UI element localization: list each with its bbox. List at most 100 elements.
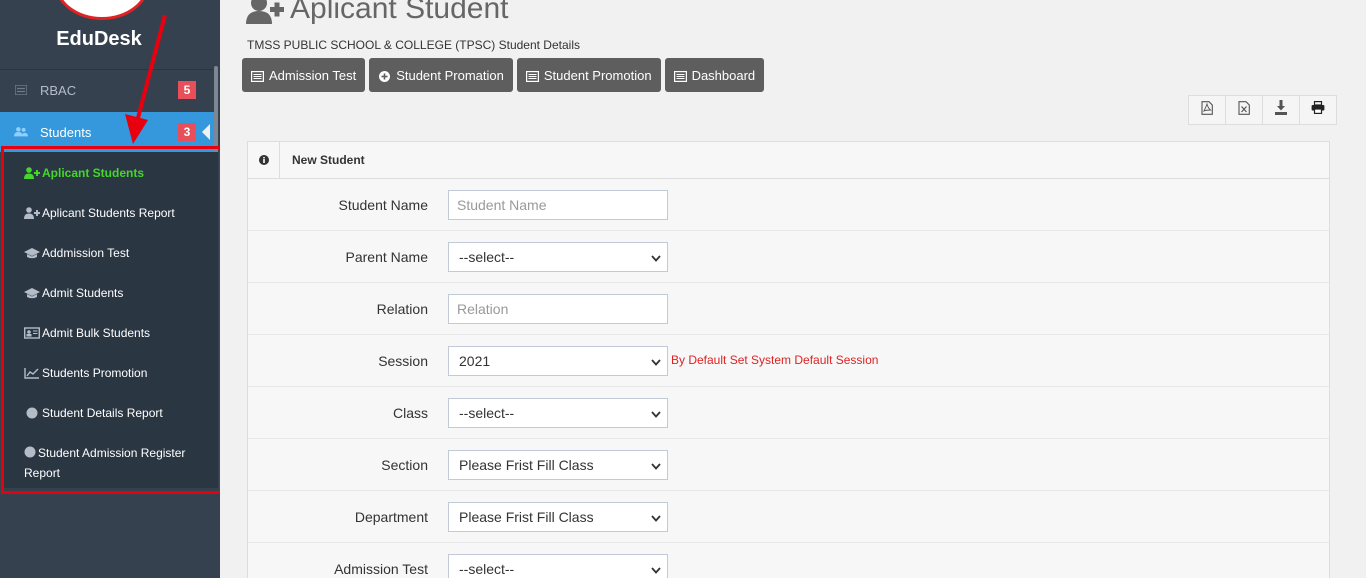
submenu-item-label: Aplicant Students Report [42,206,175,220]
field-label: Session [378,353,428,369]
list-icon [525,70,539,82]
button-label: Admission Test [269,67,357,83]
select-value: --select-- [459,561,515,577]
select-value: --select-- [459,249,515,265]
export-download-button[interactable] [1262,95,1300,125]
page-subtitle: TMSS PUBLIC SCHOOL & COLLEGE (TPSC) Stud… [247,38,580,52]
main-content: Aplicant Student TMSS PUBLIC SCHOOL & CO… [220,0,1366,578]
field-label: Admission Test [334,561,428,577]
toolbar: Admission Test Student Promation Student… [242,58,765,92]
submenu-item-label: Addmission Test [42,246,130,260]
circle-icon [24,406,40,420]
chevron-down-icon [651,405,661,421]
list-icon [251,70,265,82]
form-row-parent-name: Parent Name --select-- [248,231,1329,283]
submenu-item-label: Student Admission Register Report [24,446,186,480]
users-icon [14,125,28,139]
session-hint-text: By Default Set System Default Session [671,353,879,367]
field-label: Department [354,509,428,525]
sidebar-item-label: RBAC [40,82,77,98]
relation-input[interactable] [448,294,668,324]
submenu-item-student-details-report[interactable]: Student Details Report [4,403,214,423]
form-row-admission-test: Admission Test --select-- [248,543,1329,578]
session-select[interactable]: 2021 [448,346,668,376]
export-excel-button[interactable] [1225,95,1263,125]
download-icon [1275,100,1287,120]
list-icon [673,70,687,82]
submenu-item-label: Student Details Report [42,406,163,420]
sidebar-item-students[interactable]: Students 3 [0,112,214,152]
page-title-text: Aplicant Student [290,0,509,25]
form-title: New Student [292,153,365,167]
export-button-group [1188,95,1337,125]
parent-name-select[interactable]: --select-- [448,242,668,272]
graduation-cap-icon [24,286,40,300]
graduation-cap-icon [24,246,40,260]
app-window: EduDesk RBAC 5 Students 3 Aplicant Stude [0,0,1366,578]
print-button[interactable] [1299,95,1337,125]
button-label: Student Promation [396,67,504,83]
select-value: 2021 [459,353,491,369]
new-student-form: New Student Student Name Parent Name --s… [247,141,1330,578]
button-label: Dashboard [691,67,756,83]
export-pdf-button[interactable] [1188,95,1226,125]
chevron-down-icon [651,561,661,577]
form-row-student-name: Student Name [248,179,1329,231]
select-value: --select-- [459,405,515,421]
submenu-item-aplicant-students-report[interactable]: Aplicant Students Report [4,203,214,223]
chevron-down-icon [651,457,661,473]
sidebar-item-rbac[interactable]: RBAC 5 [0,70,214,110]
submenu-item-label: Admit Students [42,286,124,300]
chevron-down-icon [651,249,661,265]
page-title: Aplicant Student [246,0,508,26]
form-header: New Student [248,141,1329,179]
button-label: Student Promotion [543,67,652,83]
logo [54,0,150,20]
field-label: Parent Name [345,249,428,265]
admission-test-button[interactable]: Admission Test [242,58,366,92]
submenu-item-label: Admit Bulk Students [42,326,151,340]
submenu-item-students-promotion[interactable]: Students Promotion [4,363,214,383]
submenu-item-admit-bulk-students[interactable]: Admit Bulk Students [4,323,214,343]
chevron-down-icon [651,509,661,525]
form-row-class: Class --select-- [248,387,1329,439]
submenu-item-label: Students Promotion [42,366,148,380]
excel-icon [1238,100,1250,120]
field-label: Student Name [338,197,429,213]
select-value: Please Frist Fill Class [459,457,594,473]
submenu-item-addmission-test[interactable]: Addmission Test [4,243,214,263]
info-icon [248,141,280,179]
user-plus-icon [24,206,40,220]
students-submenu: Aplicant Students Aplicant Students Repo… [4,152,218,488]
student-name-input[interactable] [448,190,668,220]
class-select[interactable]: --select-- [448,398,668,428]
select-value: Please Frist Fill Class [459,509,594,525]
user-plus-icon [246,0,286,24]
submenu-item-label: Aplicant Students [42,166,145,180]
section-select[interactable]: Please Frist Fill Class [448,450,668,480]
chevron-down-icon [651,353,661,369]
submenu-item-admit-students[interactable]: Admit Students [4,283,214,303]
plus-circle-icon [378,70,391,82]
student-promotion-button[interactable]: Student Promotion [516,58,661,92]
caret-left-icon [202,124,210,140]
count-badge: 3 [178,123,196,141]
field-label: Class [392,405,428,421]
sidebar: EduDesk RBAC 5 Students 3 Aplicant Stude [0,0,220,578]
form-row-department: Department Please Frist Fill Class [248,491,1329,543]
sidebar-item-label: Students [40,124,92,140]
field-label: Section [381,457,428,473]
form-row-relation: Relation [248,283,1329,335]
pdf-icon [1201,100,1213,120]
department-select[interactable]: Please Frist Fill Class [448,502,668,532]
admission-test-select[interactable]: --select-- [448,554,668,578]
dashboard-button[interactable]: Dashboard [664,58,765,92]
line-chart-icon [24,366,40,380]
list-icon [14,83,28,97]
brand-name: EduDesk [56,28,142,50]
student-promation-button[interactable]: Student Promation [369,58,513,92]
print-icon [1311,101,1325,119]
submenu-item-aplicant-students[interactable]: Aplicant Students [4,163,214,183]
submenu-item-student-admission-register-report[interactable]: Student Admission Register Report [4,443,194,483]
form-row-section: Section Please Frist Fill Class [248,439,1329,491]
